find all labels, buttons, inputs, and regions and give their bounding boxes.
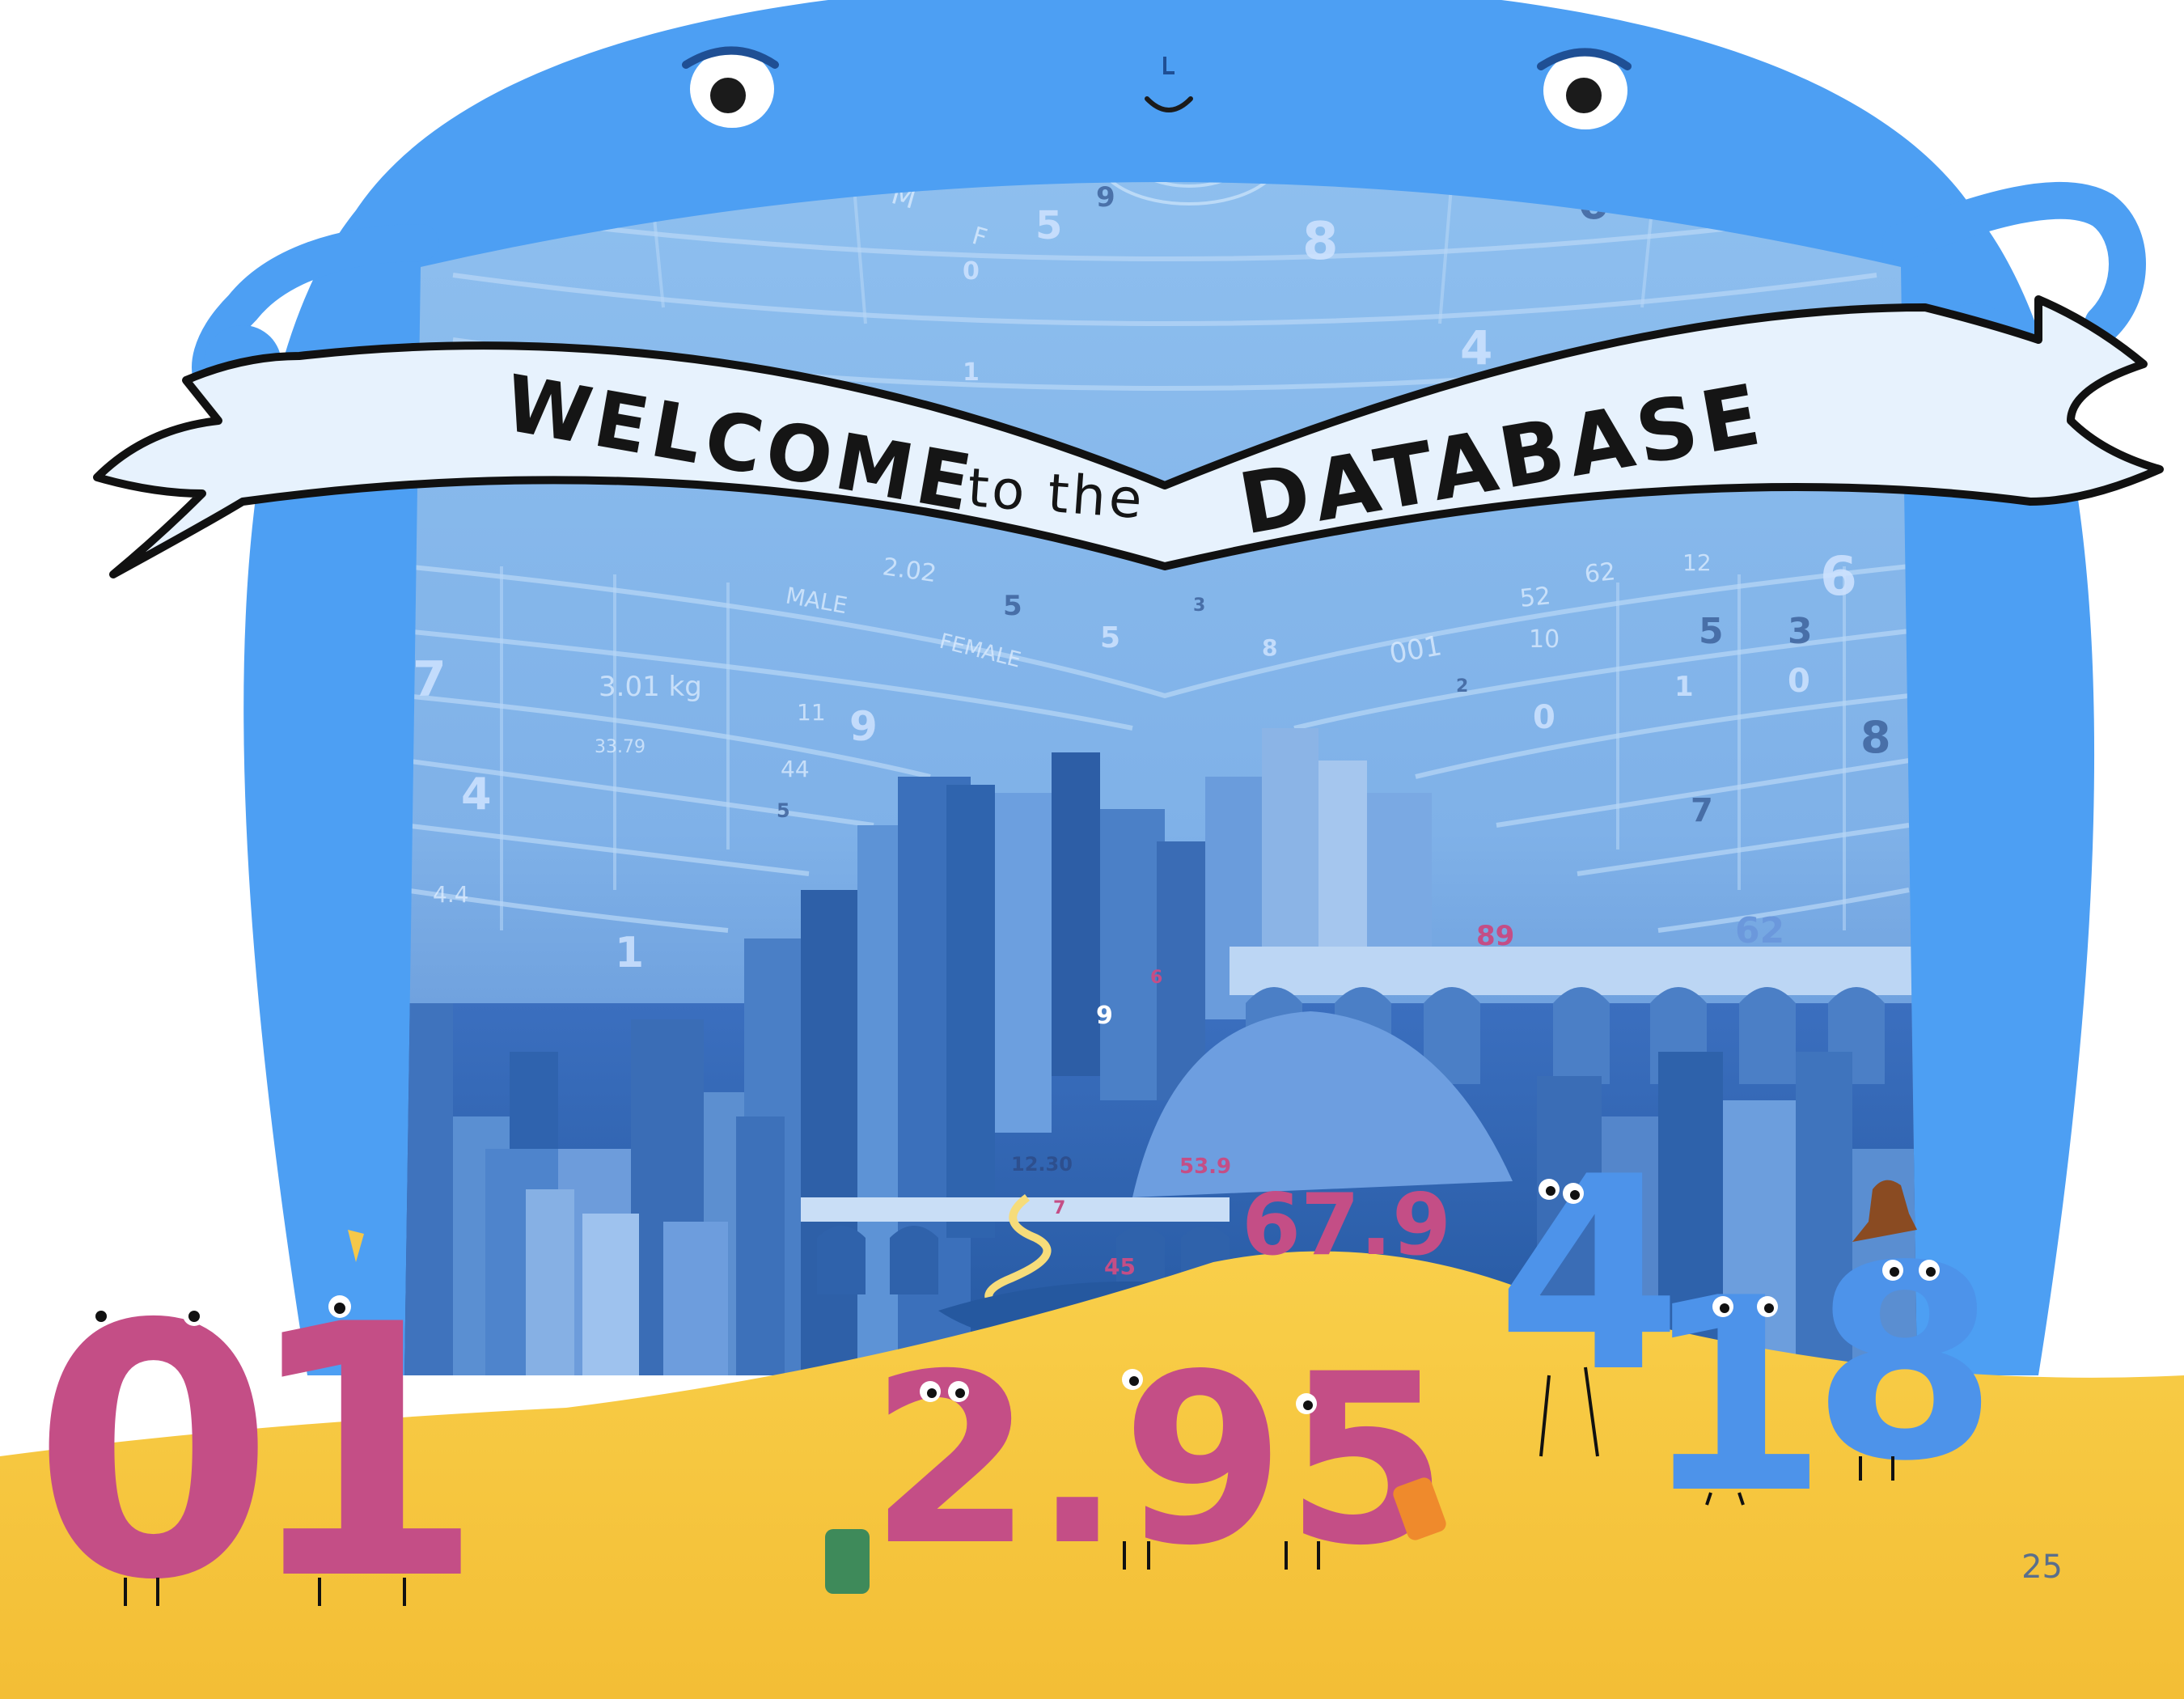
wall-label: 62 [1583, 557, 1617, 589]
city-number-89: 89 [1476, 920, 1514, 952]
wall-number: 2 [1456, 676, 1468, 697]
wall-number: 5 [777, 799, 790, 822]
character-295: 2.95 [825, 1324, 1449, 1597]
banner-word-to-the: to the [966, 456, 1147, 531]
city-number-62: 62 [1735, 910, 1784, 951]
wall-number: 5 [1035, 203, 1062, 248]
city-number-45: 45 [1104, 1253, 1136, 1280]
wall-number: 3 [1193, 595, 1205, 616]
wall-number: 4 [461, 769, 492, 820]
char-glyph: 0 [32, 1252, 274, 1656]
wall-number: 0 [1533, 699, 1555, 736]
city-number-7: 7 [1053, 1198, 1065, 1218]
wall-label: 4.4 [433, 881, 469, 908]
char-glyph: 2.95 [870, 1324, 1449, 1597]
wall-number: 7 [413, 651, 447, 708]
wall-number: 3 [1788, 611, 1813, 652]
wall-number: 8 [1262, 634, 1277, 661]
wall-number: 1 [1674, 671, 1694, 703]
city-number-539: 53.9 [1179, 1155, 1231, 1179]
wall-label: 3.01 kg [599, 671, 702, 703]
city-number-6: 6 [1150, 968, 1162, 988]
wall-label: 33.79 [595, 737, 645, 757]
char-glyph: 67.9 [1242, 1176, 1451, 1274]
char-glyph: 1 [1642, 1241, 1828, 1552]
wall-number: 6 [1820, 545, 1857, 608]
wall-number: 5 [1003, 590, 1022, 622]
char-glyph: 8 [1812, 1209, 1998, 1519]
wall-label: 52 [1518, 582, 1552, 613]
wall-number: 8 [1860, 712, 1891, 763]
character-679: 67.9 [1242, 1176, 1451, 1274]
data-wall: 2.02 MALE FEMALE 3.01 kg 33.79 4.4 001 5… [404, 181, 1917, 1375]
wall-number: 1 [963, 358, 980, 387]
illustration-scene: 2.02 MALE FEMALE 3.01 kg 33.79 4.4 001 5… [0, 0, 2184, 1699]
wall-number: 9 [1096, 181, 1115, 214]
wall-number: 4 [1460, 320, 1492, 375]
green-suitcase [825, 1529, 870, 1594]
wall-number: 8 [1302, 212, 1339, 272]
wall-number: 0 [963, 257, 980, 286]
page-number: 25 [2021, 1549, 2063, 1586]
character-1-giraffe: 1 [243, 1230, 485, 1656]
wall-number: 1 [615, 929, 644, 977]
wall-number: 5 [1699, 611, 1724, 652]
wall-label: 44 [781, 756, 810, 782]
city-number-1230: 12.30 [1011, 1153, 1073, 1176]
wall-number: 5 [1100, 621, 1120, 655]
char-glyph: 1 [243, 1252, 485, 1656]
wall-number: 0 [1788, 663, 1810, 700]
character-0: 0 [32, 1252, 274, 1656]
wall-label: 10 [1529, 625, 1560, 654]
wall-number: 7 [1691, 792, 1713, 829]
wall-label: 12 [1682, 549, 1712, 576]
city-number-9: 9 [1096, 1002, 1113, 1030]
wall-number: 9 [849, 703, 878, 750]
wall-label: 11 [797, 699, 826, 726]
